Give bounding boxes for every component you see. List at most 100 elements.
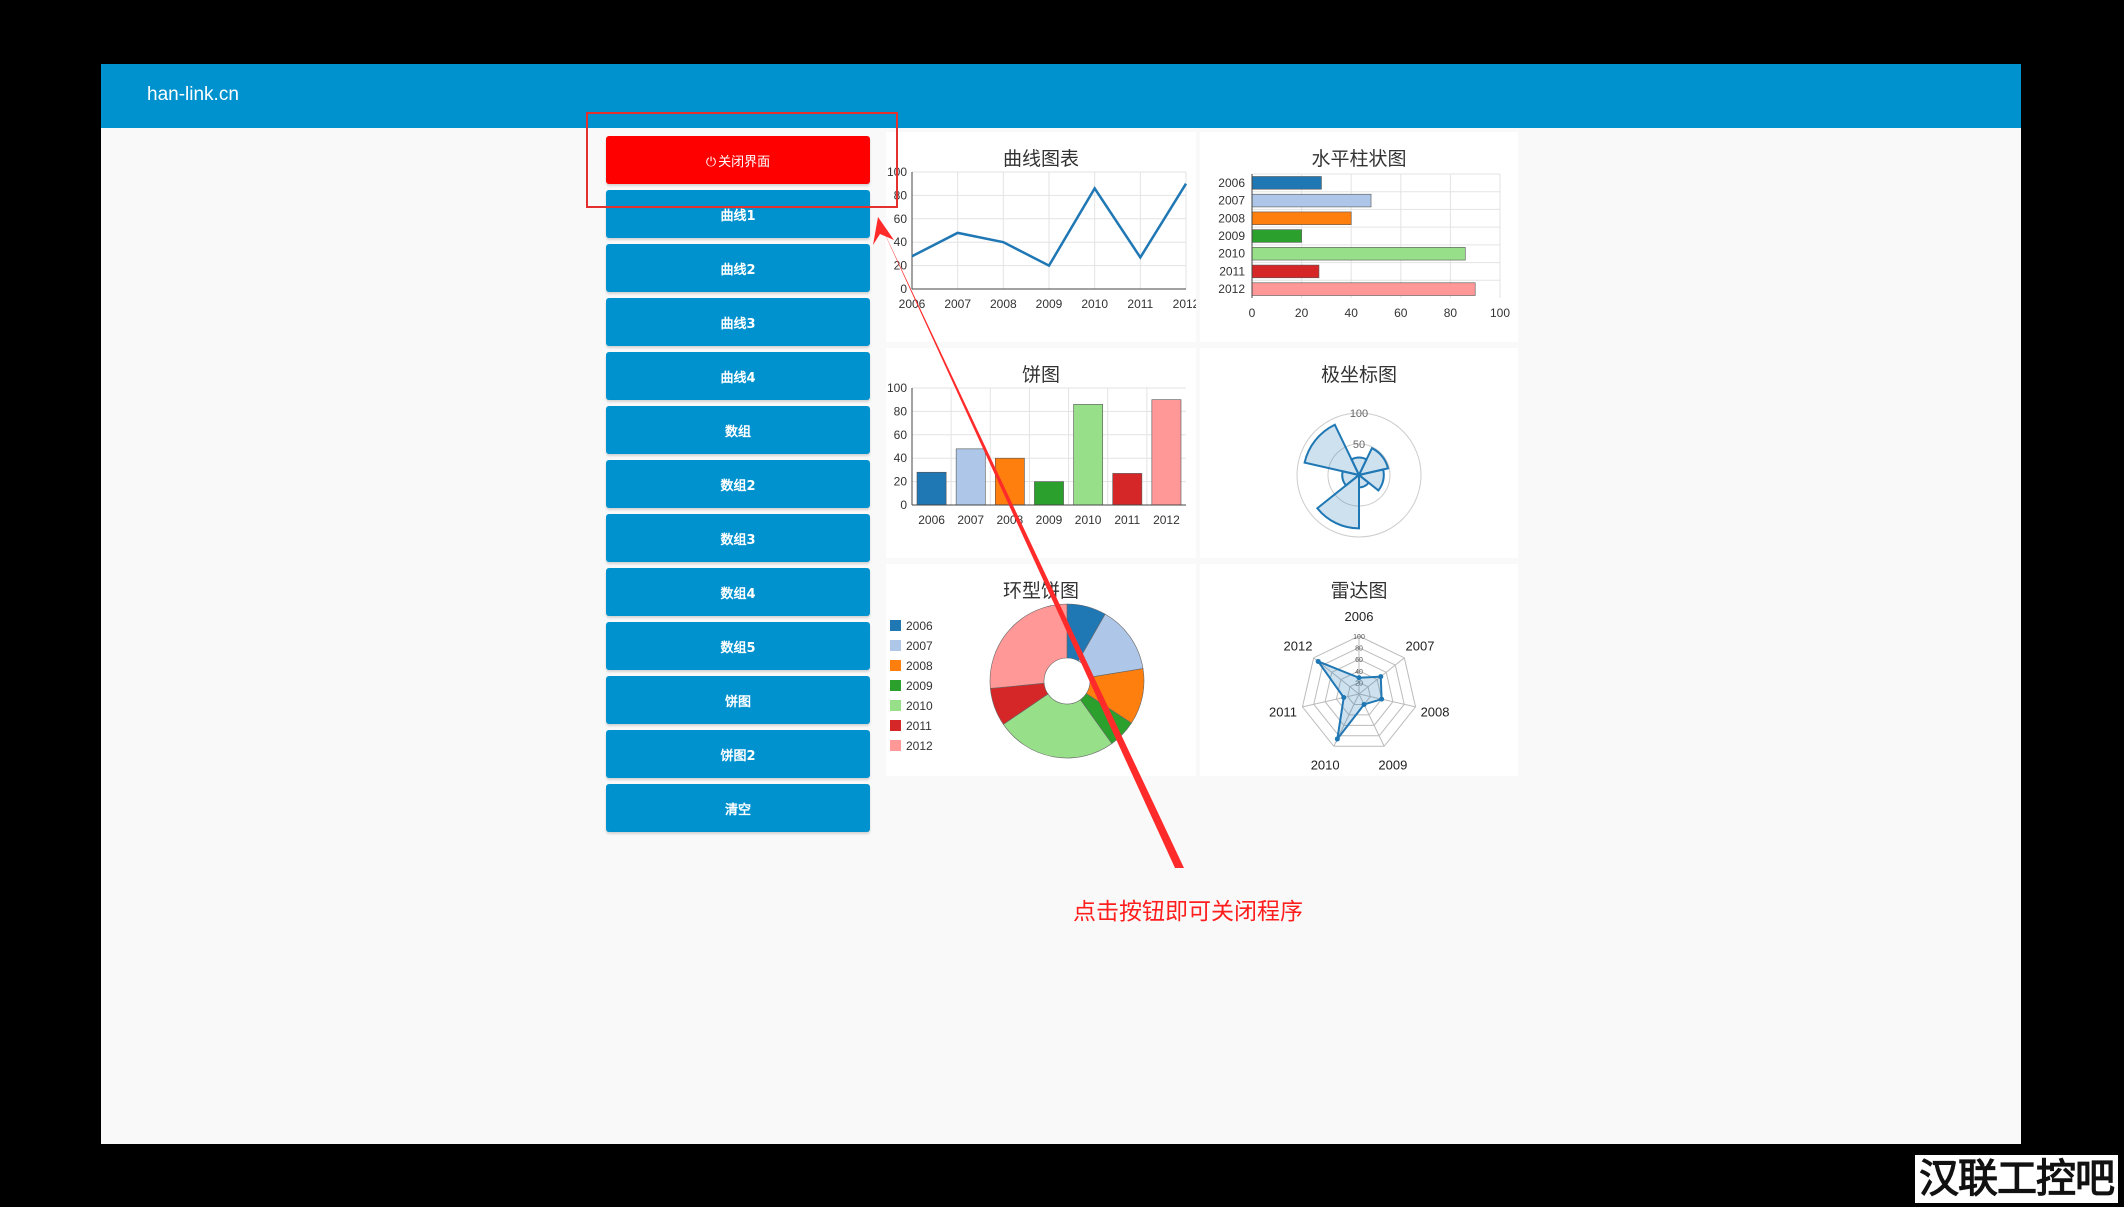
polar-chart: 50 100 — [1296, 408, 1422, 538]
y-tick-label: 2012 — [1218, 282, 1245, 296]
legend-swatch — [890, 660, 901, 671]
radar-axis-label: 2011 — [1269, 704, 1297, 719]
x-tick-label: 2012 — [1173, 297, 1196, 311]
x-tick-label: 0 — [1249, 306, 1256, 320]
bar — [1151, 399, 1182, 506]
sidebar-button-clear[interactable]: 清空 — [606, 784, 870, 832]
polar-wedge — [1303, 423, 1361, 477]
radar-chart-panel: 雷达图 204060801002006200720082009201020112… — [1200, 564, 1518, 776]
x-tick-label: 80 — [1444, 306, 1458, 320]
legend-label: 2010 — [906, 699, 933, 713]
watermark: 汉联工控吧 — [1915, 1155, 2118, 1203]
sidebar-button-array[interactable]: 数组 — [606, 406, 870, 454]
legend-label: 2012 — [906, 739, 933, 753]
legend-label: 2008 — [906, 659, 933, 673]
radar-axis-label: 2006 — [1345, 609, 1374, 624]
y-tick-label: 2008 — [1218, 211, 1245, 225]
x-tick-label: 2012 — [1153, 513, 1180, 527]
x-tick-label: 2007 — [957, 513, 984, 527]
radar-point — [1378, 674, 1384, 680]
bar — [1112, 473, 1143, 506]
sidebar-button-pie[interactable]: 饼图 — [606, 676, 870, 724]
y-tick-label: 0 — [900, 498, 907, 512]
sidebar: ⏻ 关闭界面 曲线1 曲线2 曲线3 曲线4 数组 数组2 数组3 数组4 数组5… — [606, 136, 870, 838]
sidebar-button-pie2[interactable]: 饼图2 — [606, 730, 870, 778]
line-chart: 0 20 40 60 80 100 2006 2007 2008 2009 2010 2011 2012 — [887, 165, 1196, 311]
y-tick-label: 100 — [887, 165, 907, 179]
legend-label: 2007 — [906, 639, 933, 653]
x-tick-label: 2010 — [1075, 513, 1102, 527]
app-window: han-link.cn ⏻ 关闭界面 曲线1 曲线2 曲线3 曲线4 数组 数组2… — [101, 64, 2021, 1144]
polar-wedge — [1315, 472, 1360, 530]
legend-swatch — [890, 620, 901, 631]
donut-chart-panel: 环型饼图 2006 2007 2008 2009 2010 2011 2012 — [886, 564, 1196, 776]
bar — [1034, 481, 1064, 506]
sidebar-button-curve3[interactable]: 曲线3 — [606, 298, 870, 346]
polar-chart-panel: 极坐标图 50 100 — [1200, 348, 1518, 558]
legend-label: 2011 — [906, 719, 932, 733]
y-tick-label: 2009 — [1218, 229, 1245, 243]
x-tick-label: 2011 — [1114, 513, 1140, 527]
bar — [1251, 229, 1302, 243]
radar-axis-label: 2010 — [1311, 757, 1340, 772]
radar-point — [1341, 694, 1347, 700]
x-tick-label: 2009 — [1036, 297, 1063, 311]
x-tick-label: 2009 — [1036, 513, 1063, 527]
legend-label: 2009 — [906, 679, 933, 693]
r-tick-label: 50 — [1353, 439, 1365, 451]
sidebar-button-array2[interactable]: 数组2 — [606, 460, 870, 508]
radar-point — [1379, 696, 1385, 702]
power-icon: ⏻ — [705, 154, 717, 170]
line-chart-panel: 曲线图表 0 20 40 60 80 100 2006 2007 2008 2009 2010 201… — [886, 132, 1196, 342]
radar-axis-label: 2008 — [1421, 704, 1450, 719]
x-tick-label: 60 — [1394, 306, 1408, 320]
bar — [1251, 176, 1322, 190]
radar-axis-label: 2009 — [1378, 757, 1407, 772]
bar — [1251, 211, 1352, 225]
close-ui-label: 关闭界面 — [718, 154, 771, 170]
y-tick-label: 2011 — [1219, 264, 1245, 278]
legend-swatch — [890, 740, 901, 751]
x-tick-label: 2010 — [1081, 297, 1108, 311]
y-tick-label: 40 — [894, 451, 908, 465]
sidebar-button-curve2[interactable]: 曲线2 — [606, 244, 870, 292]
x-tick-label: 2008 — [990, 297, 1017, 311]
bar — [916, 471, 947, 506]
sidebar-button-array3[interactable]: 数组3 — [606, 514, 870, 562]
annotation-text: 点击按钮即可关闭程序 — [1073, 899, 1303, 925]
y-tick-label: 80 — [894, 404, 908, 418]
bar — [994, 457, 1025, 506]
hbar-chart: 0 20 40 60 80 100 2006 2007 2008 2009 2010 2011 2012 — [1218, 173, 1510, 320]
legend-swatch — [890, 640, 901, 651]
bar — [1251, 282, 1476, 296]
y-tick-label: 20 — [894, 259, 908, 273]
brand-title: han-link.cn — [147, 84, 239, 105]
y-tick-label: 80 — [894, 188, 908, 202]
x-tick-label: 20 — [1295, 306, 1309, 320]
sidebar-button-curve4[interactable]: 曲线4 — [606, 352, 870, 400]
close-ui-button[interactable]: ⏻ 关闭界面 — [606, 136, 870, 184]
radar-series — [1315, 659, 1383, 743]
x-tick-label: 100 — [1490, 306, 1510, 320]
x-tick-label: 2006 — [918, 513, 945, 527]
legend-label: 2006 — [906, 619, 933, 633]
radar-point — [1361, 701, 1367, 707]
header-bar: han-link.cn — [101, 64, 2021, 128]
y-tick-label: 2007 — [1218, 194, 1245, 208]
r-tick-label: 100 — [1350, 408, 1368, 420]
radar-point — [1356, 675, 1362, 681]
bar — [1251, 247, 1466, 261]
x-tick-label: 2008 — [997, 513, 1024, 527]
bar — [1251, 264, 1320, 279]
legend-swatch — [890, 680, 901, 691]
radar-point — [1334, 736, 1340, 742]
x-tick-label: 2011 — [1127, 297, 1153, 311]
sidebar-button-array4[interactable]: 数组4 — [606, 568, 870, 616]
legend-swatch — [890, 700, 901, 711]
bar — [955, 448, 986, 506]
y-tick-label: 2006 — [1218, 176, 1245, 190]
y-tick-label: 2010 — [1218, 247, 1245, 261]
sidebar-button-curve1[interactable]: 曲线1 — [606, 190, 870, 238]
sidebar-button-array5[interactable]: 数组5 — [606, 622, 870, 670]
hbar-chart-panel: 水平柱状图 0 20 40 60 80 100 2006 2007 2008 2009 2010 20… — [1200, 132, 1518, 342]
